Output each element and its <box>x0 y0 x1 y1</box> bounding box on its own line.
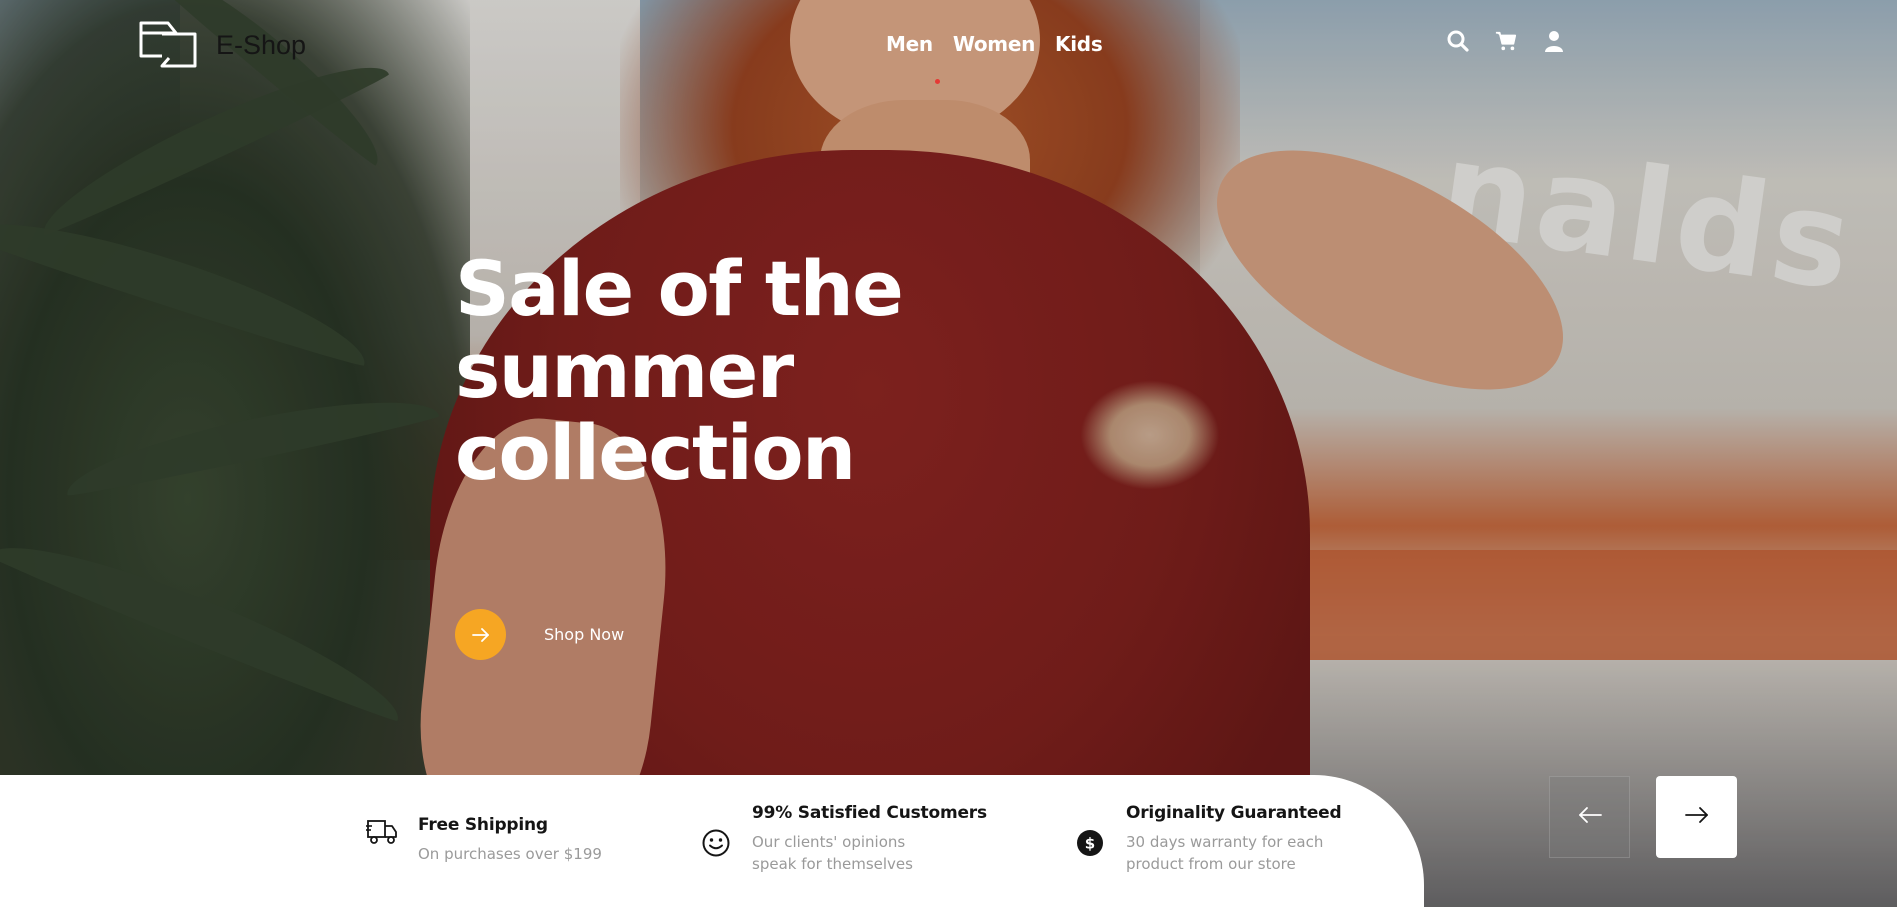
brand-logo[interactable]: E-Shop <box>138 20 306 70</box>
delivery-truck-icon <box>366 815 398 847</box>
feature-subtitle: Our clients' opinions speak for themselv… <box>752 831 987 875</box>
shop-now-button[interactable]: Shop Now <box>455 609 624 660</box>
feature-title: Free Shipping <box>418 815 548 835</box>
slider-prev-button[interactable] <box>1549 776 1630 858</box>
main-nav: Men Women Kids <box>886 32 1103 56</box>
shop-now-label: Shop Now <box>544 625 625 644</box>
feature-subtitle: On purchases over $199 <box>418 845 602 863</box>
hero-title: Sale of the summer collection <box>455 248 975 494</box>
svg-text:$: $ <box>1085 835 1095 853</box>
user-icon[interactable] <box>1543 30 1565 52</box>
nav-item-men[interactable]: Men <box>886 32 933 56</box>
slider-next-button[interactable] <box>1656 776 1737 858</box>
hero-title-line: summer <box>455 326 794 415</box>
dollar-icon: $ <box>1074 827 1106 859</box>
header-actions <box>1447 30 1565 52</box>
logo-mark-icon <box>138 20 198 70</box>
search-icon[interactable] <box>1447 30 1469 52</box>
feature-originality: $ Originality Guaranteed 30 days warrant… <box>1074 803 1342 875</box>
hero-title-line: collection <box>455 408 856 497</box>
feature-satisfied-customers: 99% Satisfied Customers Our clients' opi… <box>700 803 987 875</box>
feature-free-shipping: Free Shipping On purchases over $199 <box>366 815 602 865</box>
feature-subtitle-line: Our clients' opinions <box>752 833 906 851</box>
nav-item-women[interactable]: Women <box>953 32 1036 56</box>
brand-name: E-Shop <box>216 29 307 60</box>
nav-item-kids[interactable]: Kids <box>1055 32 1103 56</box>
hero-title-line: Sale of the <box>455 244 904 333</box>
feature-title: 99% Satisfied Customers <box>752 803 987 823</box>
smile-icon <box>700 827 732 859</box>
arrow-right-icon[interactable] <box>455 609 506 660</box>
feature-subtitle: 30 days warranty for each product from o… <box>1126 831 1341 875</box>
site-header: E-Shop Men Women Kids <box>0 0 1897 90</box>
features-panel: Free Shipping On purchases over $199 99%… <box>0 775 1424 907</box>
arrow-right-icon <box>1684 806 1710 828</box>
feature-subtitle-line: 30 days warranty for each <box>1126 833 1324 851</box>
arrow-left-icon <box>1577 806 1603 828</box>
feature-subtitle-line: speak for themselves <box>752 855 913 873</box>
nav-active-indicator <box>935 79 940 84</box>
feature-title: Originality Guaranteed <box>1126 803 1342 823</box>
cart-icon[interactable] <box>1495 30 1517 52</box>
feature-subtitle-line: product from our store <box>1126 855 1296 873</box>
